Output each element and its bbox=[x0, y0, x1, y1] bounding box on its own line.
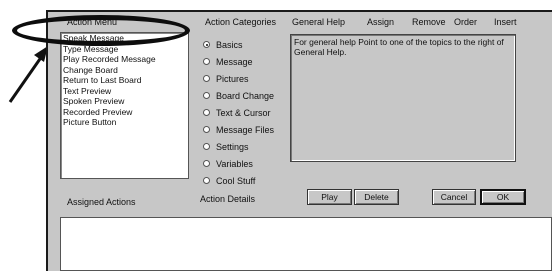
radio-icon bbox=[203, 177, 210, 185]
insert-tab[interactable]: Insert bbox=[494, 17, 517, 27]
general-help-text: For general help Point to one of the top… bbox=[290, 34, 516, 162]
radio-icon bbox=[203, 92, 210, 100]
general-help-tab[interactable]: General Help bbox=[292, 17, 345, 27]
action-menu-item[interactable]: Play Recorded Message bbox=[61, 54, 188, 65]
radio-selected-icon bbox=[203, 41, 210, 49]
category-radio-variables[interactable]: Variables bbox=[203, 158, 253, 170]
radio-icon bbox=[203, 109, 210, 117]
action-menu-list[interactable]: Speak Message Type Message Play Recorded… bbox=[60, 32, 189, 179]
play-button[interactable]: Play bbox=[307, 189, 352, 205]
assign-tab[interactable]: Assign bbox=[367, 17, 394, 27]
order-tab[interactable]: Order bbox=[454, 17, 477, 27]
ok-button[interactable]: OK bbox=[480, 189, 526, 205]
category-radio-settings[interactable]: Settings bbox=[203, 141, 249, 153]
action-menu-item[interactable]: Return to Last Board bbox=[61, 75, 188, 86]
category-radio-board-change[interactable]: Board Change bbox=[203, 90, 274, 102]
category-radio-pictures[interactable]: Pictures bbox=[203, 73, 249, 85]
action-menu-item[interactable]: Change Board bbox=[61, 65, 188, 76]
assigned-actions-list[interactable] bbox=[60, 217, 552, 271]
category-radio-text-cursor[interactable]: Text & Cursor bbox=[203, 107, 271, 119]
remove-tab[interactable]: Remove bbox=[412, 17, 446, 27]
action-details-label: Action Details bbox=[200, 194, 256, 204]
assigned-actions-label: Assigned Actions bbox=[67, 197, 136, 207]
category-radio-message-files[interactable]: Message Files bbox=[203, 124, 274, 136]
action-menu-item[interactable]: Picture Button bbox=[61, 117, 188, 128]
radio-icon bbox=[203, 143, 210, 151]
radio-icon bbox=[203, 160, 210, 168]
radio-icon bbox=[203, 58, 210, 66]
action-menu-item[interactable]: Text Preview bbox=[61, 86, 188, 97]
radio-icon bbox=[203, 126, 210, 134]
highlight-oval bbox=[12, 15, 190, 46]
category-radio-basics[interactable]: Basics bbox=[203, 39, 243, 51]
cancel-button[interactable]: Cancel bbox=[432, 189, 476, 205]
category-radio-cool-stuff[interactable]: Cool Stuff bbox=[203, 175, 255, 187]
category-radio-message[interactable]: Message bbox=[203, 56, 253, 68]
delete-button[interactable]: Delete bbox=[354, 189, 399, 205]
action-categories-label: Action Categories bbox=[205, 17, 277, 27]
radio-icon bbox=[203, 75, 210, 83]
action-menu-item[interactable]: Recorded Preview bbox=[61, 107, 188, 118]
action-menu-item[interactable]: Spoken Preview bbox=[61, 96, 188, 107]
